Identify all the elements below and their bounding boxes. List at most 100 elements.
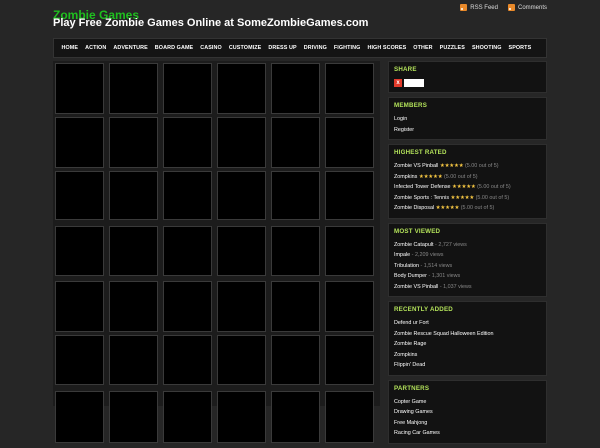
game-thumbnail[interactable] — [163, 171, 212, 220]
game-thumbnail[interactable] — [271, 117, 320, 168]
game-thumbnail[interactable] — [109, 281, 158, 332]
nav-item-home[interactable]: HOME — [58, 45, 82, 51]
view-count: 2,209 views — [414, 252, 444, 258]
members-widget: MEMBERS Login Register — [388, 97, 547, 140]
game-thumbnail[interactable] — [271, 226, 320, 276]
game-thumbnail[interactable] — [325, 335, 374, 385]
game-thumbnail[interactable] — [271, 335, 320, 385]
rating-stars-icon: ★★★★★ — [418, 173, 443, 180]
share-x-icon[interactable]: x — [394, 79, 402, 87]
nav-item-adventure[interactable]: ADVENTURE — [110, 45, 151, 51]
list-item[interactable]: Zombie Sports : Tennis ★★★★★ (5.00 out o… — [394, 193, 541, 204]
game-thumbnail[interactable] — [55, 281, 104, 332]
game-link[interactable]: Zompkins — [394, 174, 417, 180]
nav-item-action[interactable]: ACTION — [82, 45, 110, 51]
nav-item-shooting[interactable]: SHOOTING — [468, 45, 505, 51]
list-item[interactable]: Zombie Rage — [394, 339, 541, 350]
game-link[interactable]: Zombie Disposal — [394, 205, 434, 211]
game-thumbnail[interactable] — [271, 171, 320, 220]
game-link[interactable]: Body Dumper — [394, 273, 427, 279]
login-link[interactable]: Login — [394, 114, 541, 125]
partner-link[interactable]: Racing Car Games — [394, 428, 541, 439]
nav-item-dress-up[interactable]: DRESS UP — [265, 45, 300, 51]
game-link[interactable]: Zombie VS Pinball — [394, 284, 438, 290]
nav-item-high-scores[interactable]: HIGH SCORES — [364, 45, 410, 51]
game-thumbnail[interactable] — [217, 63, 266, 114]
game-thumbnail[interactable] — [163, 63, 212, 114]
rss-feed-label: RSS Feed — [470, 4, 498, 11]
game-link[interactable]: Zombie Sports : Tennis — [394, 195, 449, 201]
game-thumbnail[interactable] — [163, 335, 212, 385]
game-thumbnail[interactable] — [109, 335, 158, 385]
rating-text: (5.00 out of 5) — [477, 184, 511, 190]
view-count: 2,727 views — [438, 241, 467, 248]
game-link[interactable]: Infected Tower Defense — [394, 184, 451, 190]
top-links: RSS Feed Comments — [460, 4, 547, 11]
list-item[interactable]: Flippin' Dead — [394, 360, 541, 371]
nav-item-puzzles[interactable]: PUZZLES — [436, 45, 468, 51]
list-item[interactable]: Zombie VS Pinball - 1,037 views — [394, 282, 541, 293]
game-thumbnail[interactable] — [325, 391, 374, 443]
list-item[interactable]: Body Dumper - 1,301 views — [394, 271, 541, 282]
list-item[interactable]: Zombie Catapult - 2,727 views — [394, 240, 541, 251]
game-link[interactable]: Impale — [394, 252, 410, 258]
game-thumbnail[interactable] — [55, 226, 104, 276]
nav-item-board-game[interactable]: BOARD GAME — [151, 45, 196, 51]
game-thumbnail[interactable] — [109, 117, 158, 168]
game-thumbnail[interactable] — [109, 226, 158, 276]
game-thumbnail[interactable] — [55, 391, 104, 443]
game-thumbnail-grid — [53, 61, 380, 443]
game-thumbnail[interactable] — [271, 281, 320, 332]
site-tagline: Play Free Zombie Games Online at SomeZom… — [53, 17, 369, 29]
game-thumbnail[interactable] — [325, 63, 374, 114]
game-thumbnail[interactable] — [217, 226, 266, 276]
game-thumbnail[interactable] — [325, 171, 374, 220]
game-thumbnail[interactable] — [325, 226, 374, 276]
game-thumbnail[interactable] — [55, 171, 104, 220]
game-thumbnail[interactable] — [55, 63, 104, 114]
game-thumbnail[interactable] — [325, 117, 374, 168]
game-thumbnail[interactable] — [217, 391, 266, 443]
list-item[interactable]: Infected Tower Defense ★★★★★ (5.00 out o… — [394, 182, 541, 193]
game-thumbnail[interactable] — [271, 391, 320, 443]
comments-feed-link[interactable]: Comments — [507, 4, 547, 11]
game-thumbnail[interactable] — [55, 117, 104, 168]
list-item[interactable]: Zompkins ★★★★★ (5.00 out of 5) — [394, 172, 541, 183]
nav-item-driving[interactable]: DRIVING — [300, 45, 330, 51]
partner-link[interactable]: Drawing Games — [394, 407, 541, 418]
rss-feed-link[interactable]: RSS Feed — [460, 4, 498, 11]
game-thumbnail[interactable] — [109, 171, 158, 220]
nav-item-casino[interactable]: CASINO — [197, 45, 226, 51]
partner-link[interactable]: Free Mahjong — [394, 418, 541, 429]
game-link[interactable]: Zombie Catapult — [394, 242, 434, 248]
share-button[interactable] — [404, 79, 424, 87]
game-thumbnail[interactable] — [109, 63, 158, 114]
list-item[interactable]: Tribulation - 1,514 views — [394, 261, 541, 272]
game-thumbnail[interactable] — [325, 281, 374, 332]
game-thumbnail[interactable] — [217, 117, 266, 168]
list-item[interactable]: Zombie Rescue Squad Halloween Edition — [394, 329, 541, 340]
partner-link[interactable]: Copter Game — [394, 397, 541, 408]
game-link[interactable]: Zombie VS Pinball — [394, 163, 438, 169]
game-thumbnail[interactable] — [163, 117, 212, 168]
game-thumbnail[interactable] — [109, 391, 158, 443]
game-thumbnail[interactable] — [217, 335, 266, 385]
game-thumbnail[interactable] — [163, 391, 212, 443]
game-thumbnail[interactable] — [271, 63, 320, 114]
game-thumbnail[interactable] — [217, 281, 266, 332]
game-thumbnail[interactable] — [163, 281, 212, 332]
nav-item-customize[interactable]: CUSTOMIZE — [225, 45, 265, 51]
nav-item-fighting[interactable]: FIGHTING — [330, 45, 364, 51]
list-item[interactable]: Impale - 2,209 views — [394, 250, 541, 261]
game-thumbnail[interactable] — [163, 226, 212, 276]
list-item[interactable]: Defend ur Fort — [394, 318, 541, 329]
register-link[interactable]: Register — [394, 125, 541, 136]
game-link[interactable]: Tribulation — [394, 263, 419, 269]
list-item[interactable]: Zompkins — [394, 350, 541, 361]
list-item[interactable]: Zombie Disposal ★★★★★ (5.00 out of 5) — [394, 203, 541, 214]
nav-item-sports[interactable]: SPORTS — [505, 45, 535, 51]
list-item[interactable]: Zombie VS Pinball ★★★★★ (5.00 out of 5) — [394, 161, 541, 172]
game-thumbnail[interactable] — [217, 171, 266, 220]
nav-item-other[interactable]: OTHER — [410, 45, 436, 51]
game-thumbnail[interactable] — [55, 335, 104, 385]
